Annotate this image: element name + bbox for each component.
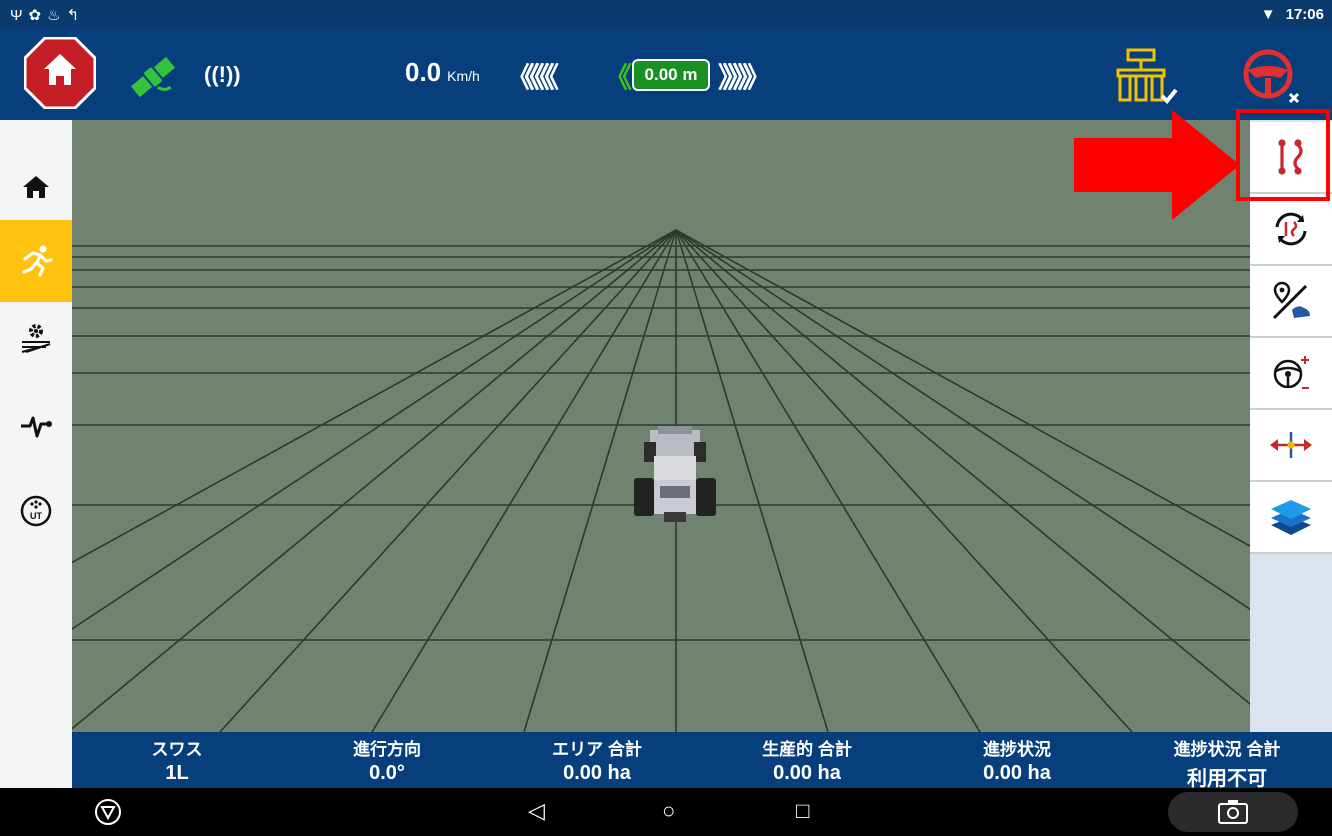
left-chevrons: 《《《《《《 bbox=[506, 62, 559, 93]
speed-unit: Km/h bbox=[447, 68, 480, 84]
stat-value: 0.00 ha bbox=[563, 762, 631, 784]
implement-icon[interactable] bbox=[1114, 46, 1180, 108]
usb-icon: Ψ bbox=[10, 7, 29, 24]
android-nav-bar: ◁ ○ □ bbox=[0, 788, 1332, 836]
guidance-cycle-button[interactable] bbox=[1250, 194, 1332, 266]
stat-progress-total: 進捗状況 合計 利用不可 bbox=[1122, 732, 1332, 791]
status-icons: Ψ✿♨↰ bbox=[10, 6, 85, 24]
steering-adjust-icon bbox=[1273, 356, 1309, 389]
nav-run[interactable] bbox=[0, 220, 72, 302]
app-menu-icon[interactable] bbox=[94, 798, 122, 826]
stat-productive-total: 生産的 合計 0.00 ha bbox=[702, 732, 912, 785]
ut-icon: UT bbox=[20, 495, 52, 527]
diagnostics-icon bbox=[21, 416, 52, 438]
sync-icon: ↰ bbox=[66, 7, 86, 24]
layers-icon bbox=[1271, 500, 1311, 535]
nav-field-settings[interactable] bbox=[0, 298, 72, 380]
home-button[interactable]: ○ bbox=[662, 798, 675, 824]
stat-value: 利用不可 bbox=[1187, 768, 1267, 790]
field-settings-icon bbox=[21, 324, 51, 353]
nudge-icon bbox=[1270, 432, 1312, 458]
left-navigation: UT bbox=[0, 120, 72, 788]
stat-value: 1L bbox=[165, 762, 189, 784]
back-button[interactable]: ◁ bbox=[528, 798, 545, 824]
speed-value: 0.0 bbox=[405, 57, 442, 87]
stat-label: 生産的 合計 bbox=[762, 740, 852, 759]
stat-value: 0.00 ha bbox=[983, 762, 1051, 784]
camera-icon bbox=[1218, 800, 1248, 824]
screenshot-button[interactable] bbox=[1168, 792, 1298, 832]
home-stop-icon[interactable] bbox=[24, 37, 96, 109]
stat-area-total: エリア 合計 0.00 ha bbox=[492, 732, 702, 785]
cross-track-offset: 0.00 m bbox=[632, 59, 710, 91]
water-icon: ♨ bbox=[47, 7, 67, 24]
nudge-button[interactable] bbox=[1250, 410, 1332, 482]
steering-adjust-button[interactable] bbox=[1250, 338, 1332, 410]
nav-ut[interactable]: UT bbox=[0, 470, 72, 552]
stat-progress: 進捗状況 0.00 ha bbox=[912, 732, 1122, 785]
map-boundary-button[interactable] bbox=[1250, 266, 1332, 338]
stat-label: 進行方向 bbox=[353, 740, 421, 759]
green-chevron: 《 bbox=[604, 62, 633, 93]
highlight-box bbox=[1236, 109, 1330, 201]
stat-label: スワス bbox=[151, 740, 203, 759]
layers-button[interactable] bbox=[1250, 482, 1332, 554]
tractor-model bbox=[634, 426, 716, 522]
stat-value: 0.0° bbox=[369, 762, 405, 784]
right-chevrons: 》》》》》》 bbox=[718, 62, 771, 93]
clock: 17:06 bbox=[1285, 6, 1324, 23]
right-toolbar bbox=[1250, 120, 1332, 732]
speed-readout: 0.0 Km/h bbox=[405, 57, 480, 88]
run-icon bbox=[22, 245, 53, 277]
notification-icon: ✿ bbox=[28, 7, 48, 24]
statistics-bar: スワス 1L 進行方向 0.0° エリア 合計 0.00 ha 生産的 合計 0… bbox=[72, 732, 1332, 791]
stat-heading: 進行方向 0.0° bbox=[282, 732, 492, 785]
stat-label: エリア 合計 bbox=[552, 740, 642, 759]
svg-text:UT: UT bbox=[30, 511, 42, 521]
stat-label: 進捗状況 合計 bbox=[1173, 740, 1281, 759]
stat-label: 進捗状況 bbox=[983, 740, 1051, 759]
red-arrow-annotation bbox=[1074, 110, 1240, 220]
stat-value: 0.00 ha bbox=[773, 762, 841, 784]
status-right: ▼ 17:06 bbox=[1261, 6, 1324, 23]
steering-wheel-off-icon[interactable] bbox=[1240, 46, 1304, 106]
wifi-icon: ▼ bbox=[1260, 6, 1276, 23]
home-icon bbox=[23, 176, 49, 198]
map-marker-boundary-icon bbox=[1272, 281, 1310, 320]
nav-home[interactable] bbox=[0, 146, 72, 228]
guidance-cycle-icon bbox=[1275, 212, 1307, 246]
recents-button[interactable]: □ bbox=[796, 798, 809, 824]
satellite-icon[interactable] bbox=[126, 50, 180, 104]
status-bar: Ψ✿♨↰ ▼ 17:06 bbox=[0, 0, 1332, 30]
stat-swath: スワス 1L bbox=[72, 732, 282, 785]
signal-alert-icon[interactable]: ((!)) bbox=[204, 62, 241, 88]
nav-diagnostics[interactable] bbox=[0, 384, 72, 466]
